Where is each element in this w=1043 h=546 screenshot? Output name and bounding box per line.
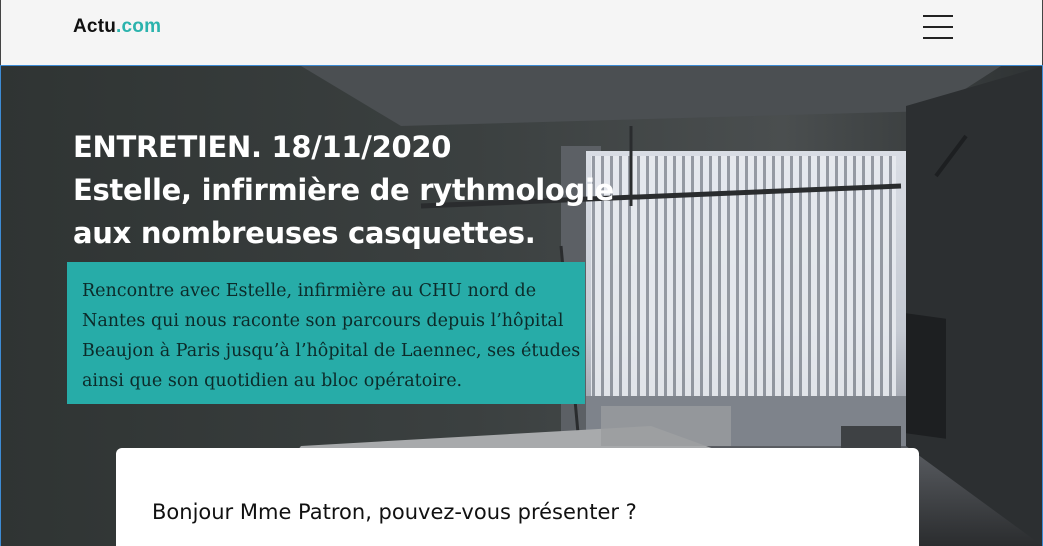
- article-content-card: Bonjour Mme Patron, pouvez-vous présente…: [116, 448, 919, 546]
- hamburger-menu-icon[interactable]: [923, 14, 953, 40]
- site-logo[interactable]: Actu.com: [73, 16, 161, 38]
- intro-line: Rencontre avec Estelle, infirmière au CH…: [82, 281, 537, 301]
- top-navigation-bar: Actu.com: [0, 0, 1043, 66]
- article-headline: ENTRETIEN. 18/11/2020 Estelle, infirmièr…: [73, 126, 673, 255]
- article-intro-box: Rencontre avec Estelle, infirmière au CH…: [67, 262, 585, 404]
- logo-suffix: .com: [116, 16, 162, 37]
- headline-line-title-2: aux nombreuses casquettes.: [73, 216, 536, 250]
- intro-line: Beaujon à Paris jusqu’à l’hôpital de Lae…: [82, 341, 581, 361]
- intro-line: ainsi que son quotidien au bloc opératoi…: [82, 371, 463, 391]
- interview-question: Bonjour Mme Patron, pouvez-vous présente…: [152, 500, 637, 524]
- intro-line: Nantes qui nous raconte son parcours dep…: [82, 311, 564, 331]
- headline-line-date: ENTRETIEN. 18/11/2020: [73, 130, 452, 164]
- hero-section: ENTRETIEN. 18/11/2020 Estelle, infirmièr…: [0, 65, 1043, 546]
- headline-line-title-1: Estelle, infirmière de rythmologie: [73, 173, 615, 207]
- logo-text: Actu: [73, 16, 117, 37]
